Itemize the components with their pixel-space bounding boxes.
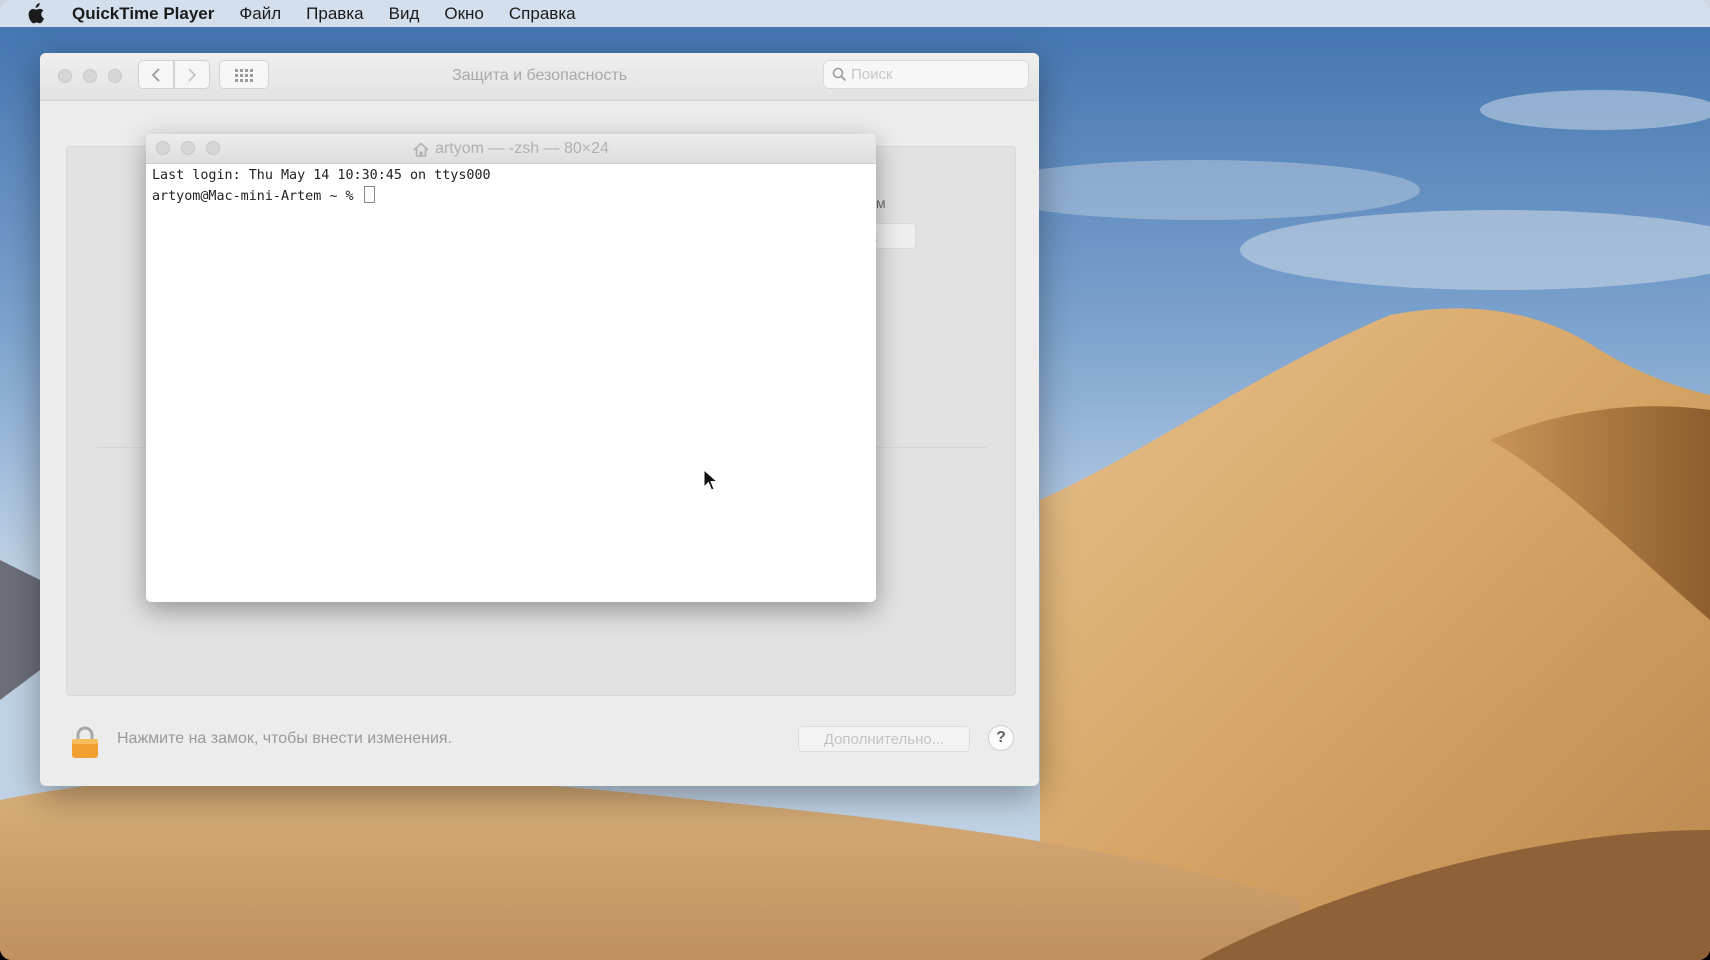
terminal-prompt: artyom@Mac-mini-Artem ~ % <box>152 188 362 204</box>
help-button[interactable]: ? <box>988 725 1014 751</box>
terminal-title-area: artyom — -zsh — 80×24 <box>146 140 876 158</box>
menu-app-name[interactable]: QuickTime Player <box>72 4 214 24</box>
mouse-pointer-icon <box>703 469 719 491</box>
lock-icon[interactable] <box>70 725 100 759</box>
prefs-titlebar: Защита и безопасность <box>40 53 1039 101</box>
terminal-cursor <box>363 185 375 203</box>
advanced-button[interactable]: Дополнительно... <box>798 726 970 752</box>
home-icon <box>413 141 429 157</box>
menu-window[interactable]: Окно <box>444 4 484 24</box>
search-field[interactable] <box>823 60 1029 89</box>
menu-edit[interactable]: Правка <box>306 4 363 24</box>
terminal-content[interactable]: Last login: Thu May 14 10:30:45 on ttys0… <box>152 167 491 206</box>
apple-logo-icon[interactable] <box>26 3 46 25</box>
search-icon <box>832 67 847 82</box>
terminal-window[interactable]: artyom — -zsh — 80×24 Last login: Thu Ma… <box>146 134 876 602</box>
menu-help[interactable]: Справка <box>509 4 576 24</box>
prefs-footer: Нажмите на замок, чтобы внести изменения… <box>40 713 1039 773</box>
menu-bar: QuickTime Player Файл Правка Вид Окно Сп… <box>0 0 1710 27</box>
terminal-titlebar: artyom — -zsh — 80×24 <box>146 134 876 164</box>
terminal-last-login: Last login: Thu May 14 10:30:45 on ttys0… <box>152 168 491 183</box>
search-input[interactable] <box>849 65 1013 84</box>
terminal-title: artyom — -zsh — 80×24 <box>435 140 609 157</box>
obscured-label: м <box>876 195 886 211</box>
lock-hint-text: Нажмите на замок, чтобы внести изменения… <box>117 730 453 747</box>
menu-file[interactable]: Файл <box>239 4 281 24</box>
menu-view[interactable]: Вид <box>389 4 420 24</box>
